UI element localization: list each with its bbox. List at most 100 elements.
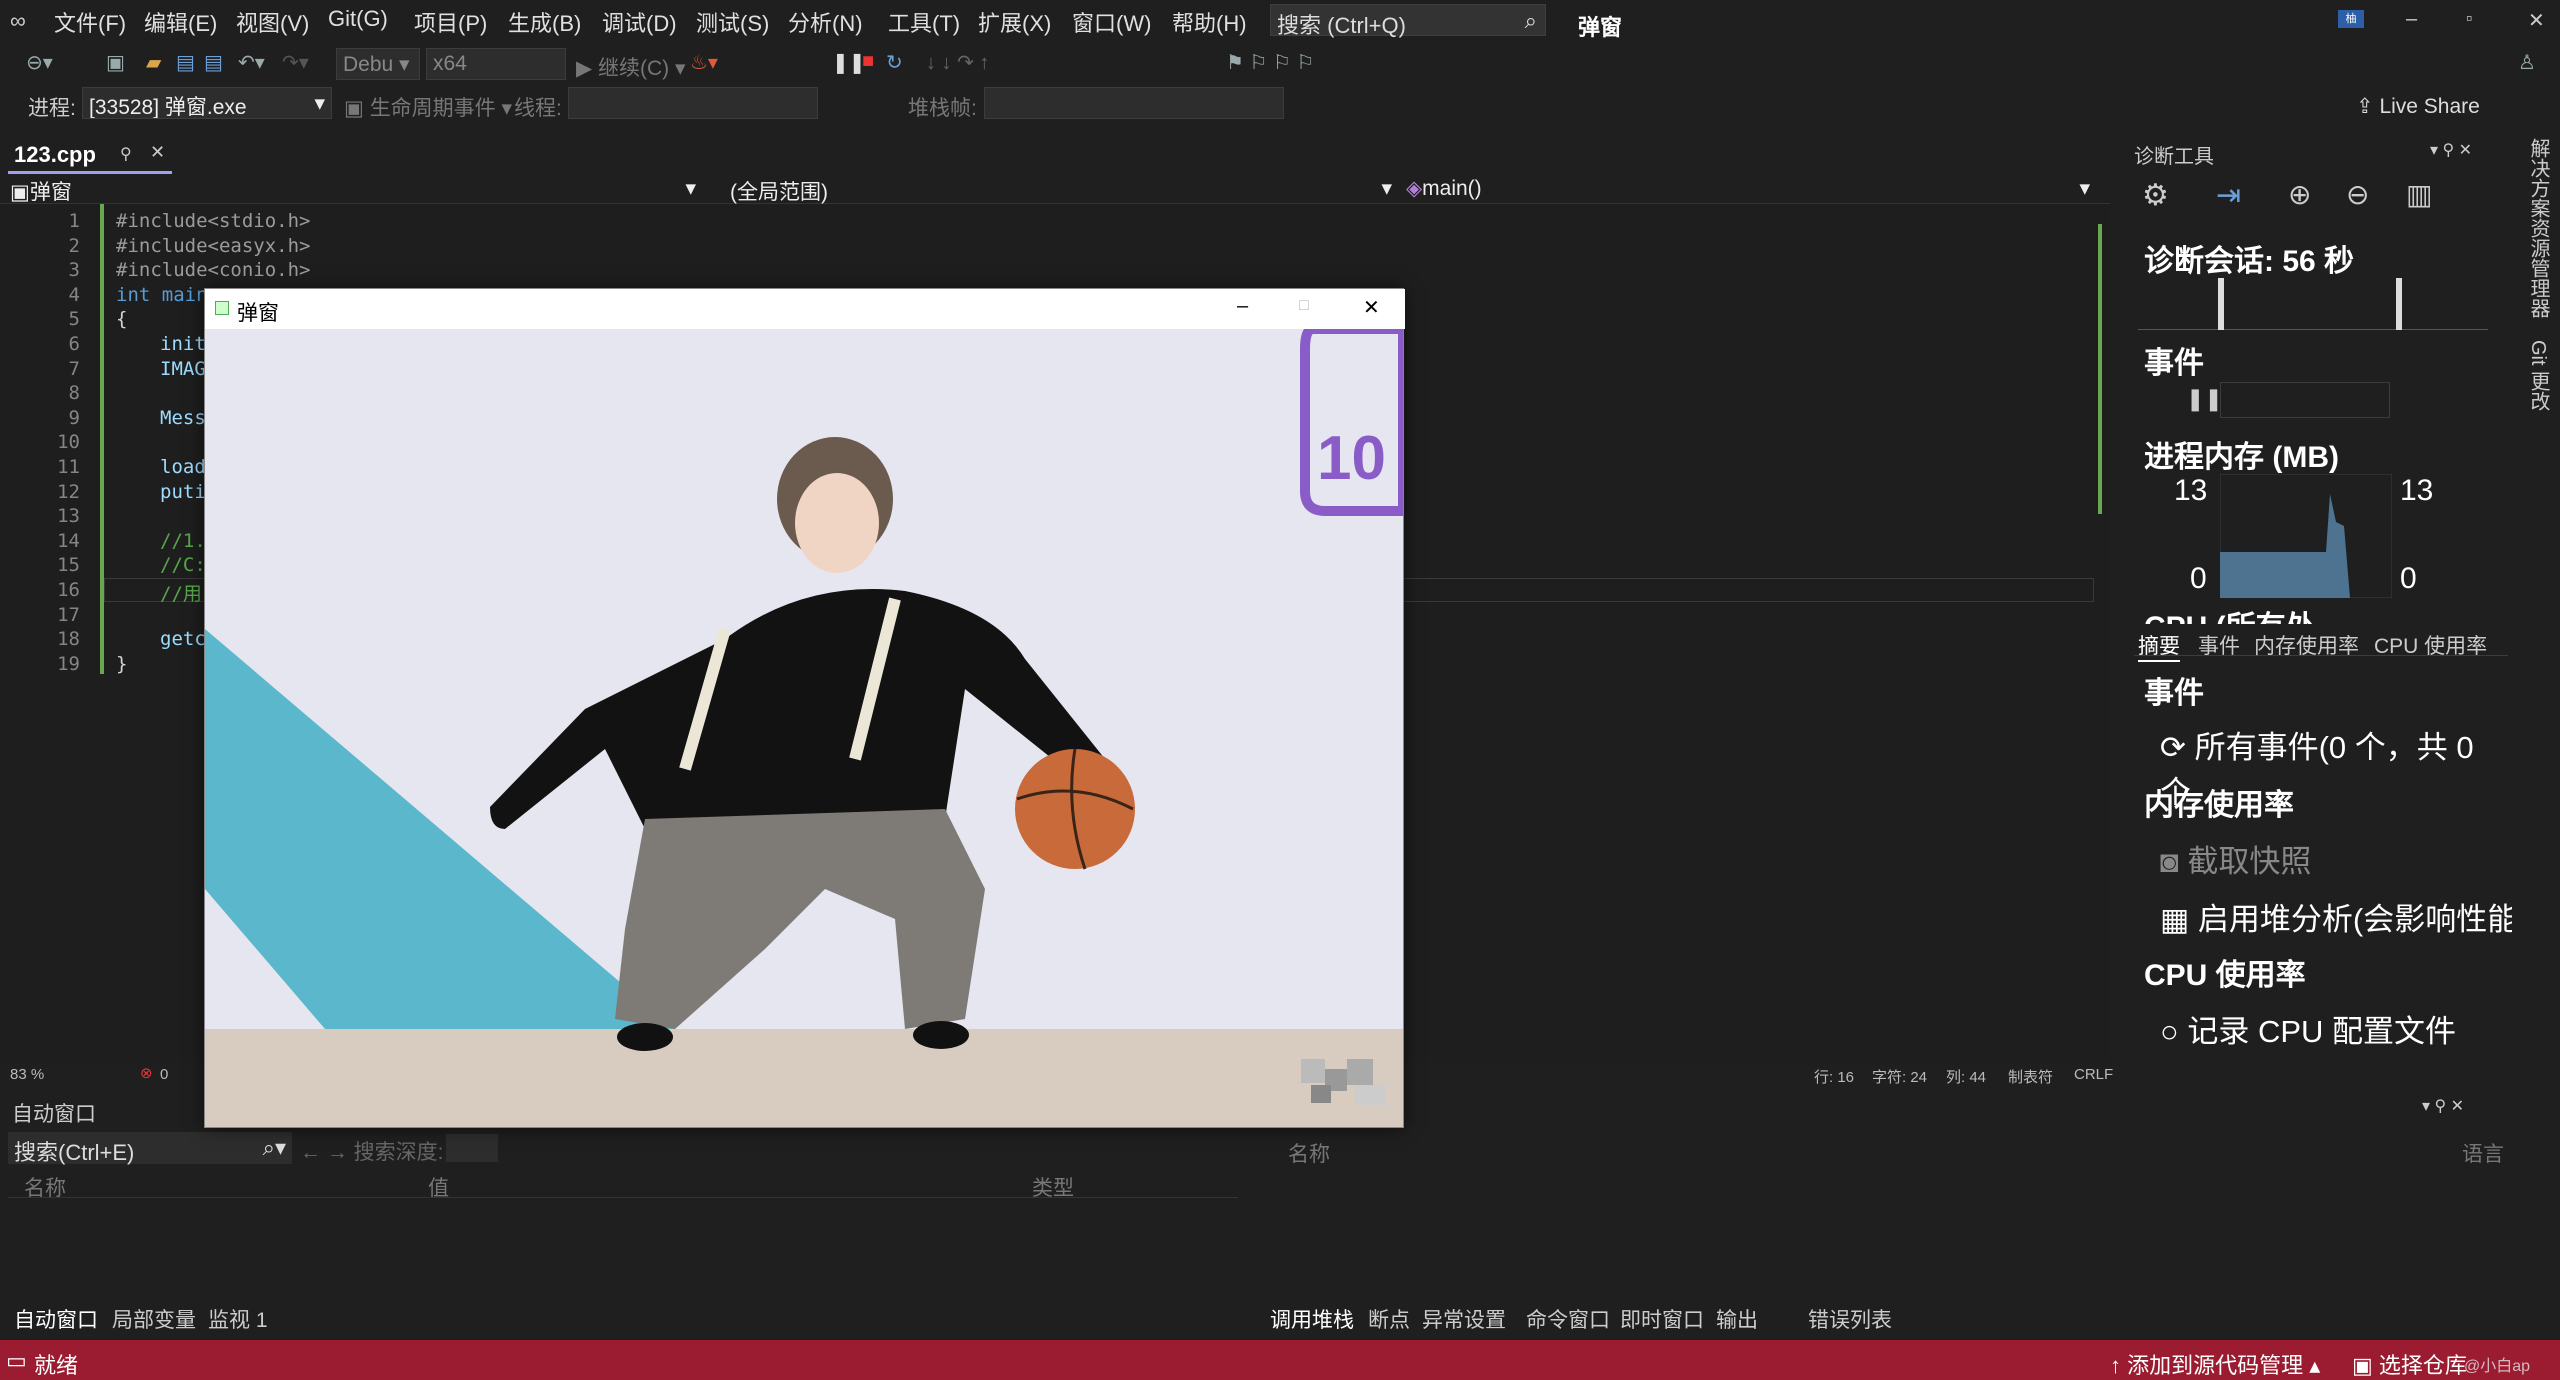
diag-tab-0[interactable]: 摘要	[2138, 630, 2180, 662]
zoom-in-icon[interactable]: ⊕	[2288, 178, 2311, 211]
save-icon[interactable]: ▤	[176, 50, 195, 75]
minimize-button[interactable]: –	[2406, 8, 2417, 31]
process-dropdown[interactable]: [33528] 弹窗.exe ▾	[82, 87, 332, 119]
chevron-down-icon: ▾	[314, 92, 325, 115]
back-icon[interactable]: ⊖▾	[26, 50, 53, 75]
vertical-scrollbar[interactable]	[2096, 204, 2110, 1060]
autos-tab-0[interactable]: 自动窗口	[14, 1304, 98, 1334]
bookmark-icon[interactable]: ⚑ ⚐ ⚐ ⚐	[1226, 50, 1314, 75]
stop-icon[interactable]: ■	[862, 50, 874, 73]
config-dropdown[interactable]: Debu ▾	[336, 48, 420, 80]
easyx-popup-window[interactable]: 弹窗 – □ ✕ 10	[204, 288, 1405, 1128]
step-into-icon[interactable]: ↓ ↓ ↷ ↑	[926, 50, 989, 75]
add-source-control-button[interactable]: ↑ 添加到源代码管理 ▴	[2110, 1348, 2320, 1380]
zoom-level[interactable]: 83 %	[10, 1066, 44, 1083]
menu-item-10[interactable]: 扩展(X)	[978, 6, 1051, 38]
menu-item-9[interactable]: 工具(T)	[888, 6, 960, 38]
undo-icon[interactable]: ↶▾	[238, 50, 265, 75]
menu-item-2[interactable]: 视图(V)	[236, 6, 309, 38]
pin-icon[interactable]: ⚲	[120, 144, 132, 164]
project-dropdown[interactable]: ▣弹窗 ▾	[10, 176, 702, 204]
scope-dropdown[interactable]: (全局范围) ▾	[730, 176, 1398, 204]
call-stack-tab-6[interactable]: 错误列表	[1808, 1304, 1892, 1334]
menu-item-12[interactable]: 帮助(H)	[1172, 6, 1247, 38]
menu-item-11[interactable]: 窗口(W)	[1072, 6, 1151, 38]
record-cpu-button[interactable]: ○ 记录 CPU 配置文件	[2160, 1006, 2456, 1051]
menu-item-3[interactable]: Git(G)	[328, 6, 388, 32]
call-stack-tab-1[interactable]: 断点	[1368, 1304, 1410, 1334]
memory-header[interactable]: 进程内存 (MB)	[2144, 432, 2339, 476]
call-stack-tab-5[interactable]: 输出	[1716, 1304, 1758, 1334]
diag-tab-3[interactable]: CPU 使用率	[2374, 630, 2487, 660]
autos-column-0[interactable]: 名称	[24, 1172, 66, 1202]
feedback-icon[interactable]: ♙	[2518, 50, 2536, 75]
autos-tab-1[interactable]: 局部变量	[112, 1304, 196, 1334]
close-window-button[interactable]: ✕	[2528, 8, 2545, 33]
code-line: int main	[116, 283, 208, 306]
autos-search[interactable]: 搜索(Ctrl+E) ⌕▾	[8, 1132, 292, 1165]
maximize-button[interactable]: ▫	[2466, 8, 2472, 29]
reset-zoom-icon[interactable]: ▥	[2406, 178, 2432, 211]
menu-item-5[interactable]: 生成(B)	[508, 6, 581, 38]
heap-button[interactable]: ▦ 启用堆分析(会影响性能	[2160, 894, 2518, 939]
autos-tab-2[interactable]: 监视 1	[208, 1304, 268, 1334]
call-stack-tab-3[interactable]: 命令窗口	[1526, 1304, 1610, 1334]
continue-button[interactable]: ▶ 继续(C) ▾	[576, 52, 686, 82]
diag-tabs: 摘要 事件 内存使用率 CPU 使用率	[2134, 626, 2508, 662]
snapshot-button[interactable]: ◙ 截取快照	[2160, 836, 2311, 881]
code-line: #include<stdio.h>	[116, 210, 311, 232]
depth-dropdown[interactable]	[446, 1134, 498, 1162]
search-input[interactable]: 搜索 (Ctrl+Q) ⌕	[1270, 4, 1546, 38]
diag-tab-1[interactable]: 事件	[2198, 630, 2240, 660]
thread-dropdown[interactable]	[568, 87, 818, 119]
popup-close-button[interactable]: ✕	[1363, 295, 1380, 320]
events-header[interactable]: 事件	[2144, 338, 2204, 382]
save-all-icon[interactable]: ▤	[204, 50, 223, 75]
call-stack-tab-0[interactable]: 调用堆栈	[1270, 1304, 1354, 1334]
window-controls[interactable]: ▾ ⚲ ✕	[2422, 1096, 2464, 1116]
lifecycle-events[interactable]: ▣ 生命周期事件 ▾	[344, 92, 512, 122]
popup-title-bar[interactable]: 弹窗 – □ ✕	[205, 289, 1405, 329]
menu-item-1[interactable]: 编辑(E)	[144, 6, 217, 38]
restart-icon[interactable]: ↻	[886, 50, 903, 75]
heap-icon: ▦	[2160, 902, 2190, 937]
account-badge[interactable]: 柚	[2338, 10, 2364, 28]
code-line: //1.	[160, 529, 206, 552]
redo-icon[interactable]: ↷▾	[282, 50, 309, 75]
stack-dropdown[interactable]	[984, 87, 1284, 119]
pause-icon[interactable]: ❚❚	[832, 50, 866, 75]
git-changes-tab[interactable]: Git 更改	[2524, 340, 2553, 411]
autos-column-1[interactable]: 值	[428, 1172, 449, 1202]
call-stack-scrollbar[interactable]	[2498, 1134, 2512, 1284]
error-count[interactable]: 0	[160, 1066, 168, 1083]
status-bar: ▭ 就绪 ↑ 添加到源代码管理 ▴ ▣ 选择仓库 @小白ap	[0, 1340, 2560, 1380]
menu-item-6[interactable]: 调试(D)	[602, 6, 677, 38]
panel-menu-icon[interactable]: ▾ ⚲ ✕	[2430, 140, 2472, 160]
close-tab-icon[interactable]: ✕	[150, 142, 165, 163]
popup-minimize-button[interactable]: –	[1237, 295, 1248, 318]
new-project-icon[interactable]: ▣	[106, 50, 125, 75]
open-icon[interactable]: ▰	[146, 50, 161, 75]
call-stack-column-0[interactable]: 名称	[1288, 1138, 1330, 1168]
call-stack-tab-4[interactable]: 即时窗口	[1620, 1304, 1704, 1334]
diag-tab-2[interactable]: 内存使用率	[2254, 630, 2359, 660]
cpu-header[interactable]: CPU (所有处	[2144, 602, 2316, 624]
select-repo-button[interactable]: ▣ 选择仓库	[2352, 1348, 2467, 1380]
call-stack-tab-2[interactable]: 异常设置	[1422, 1304, 1506, 1334]
diag-scrollbar[interactable]	[2490, 178, 2506, 608]
menu-item-4[interactable]: 项目(P)	[414, 6, 487, 38]
settings-icon[interactable]: ⚙	[2142, 178, 2169, 213]
menu-item-8[interactable]: 分析(N)	[788, 6, 863, 38]
function-dropdown[interactable]: ◈main() ▾	[1406, 176, 2096, 202]
solution-explorer-tab[interactable]: 解决方案资源管理器	[2524, 138, 2553, 318]
platform-dropdown[interactable]: x64	[426, 48, 566, 80]
menu-item-7[interactable]: 测试(S)	[696, 6, 769, 38]
zoom-out-icon[interactable]: ⊖	[2346, 178, 2369, 211]
select-tools-icon[interactable]: ⇥	[2216, 178, 2241, 213]
popup-maximize-button[interactable]: □	[1299, 297, 1309, 315]
hot-reload-icon[interactable]: ♨▾	[690, 50, 718, 75]
autos-column-2[interactable]: 类型	[1032, 1172, 1074, 1202]
section-cpu: CPU 使用率	[2144, 959, 2306, 992]
tab-123-cpp[interactable]: 123.cpp ⚲ ✕	[8, 138, 172, 174]
menu-item-0[interactable]: 文件(F)	[54, 6, 126, 38]
